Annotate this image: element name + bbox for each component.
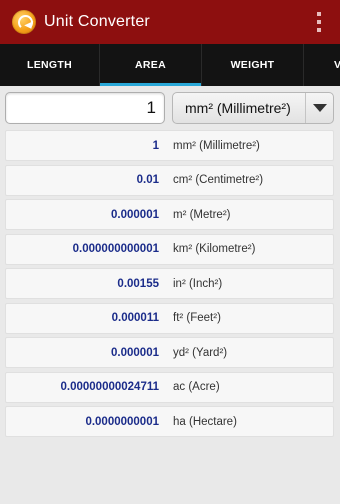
unit-dropdown-label: mm² (Millimetre²) [185, 100, 291, 116]
result-unit: m² (Metre²) [173, 208, 231, 221]
result-unit: ft² (Feet²) [173, 312, 221, 324]
result-value: 1 [152, 139, 159, 152]
tab-weight[interactable]: WEIGHT [202, 44, 304, 86]
result-unit: in² (Inch²) [173, 277, 223, 290]
result-value: 0.0000000001 [85, 415, 159, 428]
result-value: 0.000001 [111, 346, 159, 359]
converter-panel: 1 mm² (Millimetre²) 1 mm² (Millimetre²) … [0, 86, 340, 504]
dropdown-arrow-icon [312, 104, 327, 112]
result-row: 1 mm² (Millimetre²) [5, 130, 334, 161]
tab-volume[interactable]: V [304, 44, 340, 86]
tab-length[interactable]: LENGTH [0, 44, 100, 86]
result-unit: cm² (Centimetre²) [173, 174, 264, 186]
result-unit: ac (Acre) [173, 381, 220, 393]
result-unit: ha (Hectare) [173, 415, 237, 428]
result-value: 0.00000000024711 [60, 381, 160, 393]
app-bar: Unit Converter [0, 0, 340, 44]
unit-dropdown[interactable]: mm² (Millimetre²) [172, 92, 334, 124]
result-row: 0.000000000001 km² (Kilometre²) [5, 233, 334, 265]
result-row: 0.000011 ft² (Feet²) [5, 302, 334, 334]
result-row: 0.00000000024711 ac (Acre) [5, 371, 334, 403]
result-unit: mm² (Millimetre²) [173, 139, 260, 152]
results-list: 1 mm² (Millimetre²) 0.01 cm² (Centimetre… [5, 130, 334, 441]
app-title: Unit Converter [44, 13, 150, 30]
result-row: 0.000001 m² (Metre²) [5, 199, 334, 230]
result-unit: yd² (Yard²) [173, 346, 228, 359]
result-value: 0.00155 [117, 277, 159, 290]
tab-area[interactable]: AREA [100, 44, 202, 86]
result-value: 0.000001 [111, 208, 159, 221]
result-unit: km² (Kilometre²) [173, 243, 256, 255]
result-row: 0.0000000001 ha (Hectare) [5, 406, 334, 437]
quantity-input[interactable]: 1 [5, 92, 165, 124]
result-row: 0.00155 in² (Inch²) [5, 268, 334, 299]
dropdown-button[interactable] [305, 93, 333, 123]
result-value: 0.000011 [111, 312, 159, 324]
tab-bar: LENGTH AREA WEIGHT V [0, 44, 340, 86]
app-logo-icon [12, 10, 36, 34]
result-row: 0.000001 yd² (Yard²) [5, 337, 334, 368]
result-value: 0.000000000001 [72, 243, 159, 255]
overflow-menu-icon[interactable] [316, 12, 322, 32]
result-row: 0.01 cm² (Centimetre²) [5, 164, 334, 196]
result-value: 0.01 [136, 174, 159, 186]
